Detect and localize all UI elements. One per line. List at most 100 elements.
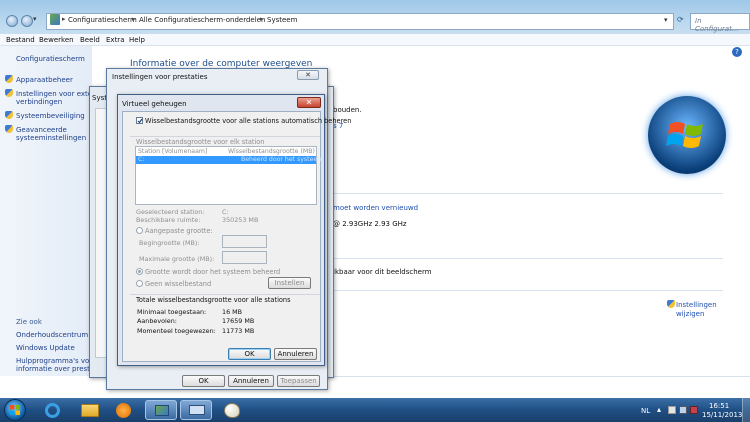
set-button[interactable]: Instellen bbox=[268, 277, 311, 289]
initial-size-input[interactable] bbox=[222, 235, 267, 248]
checkmark-icon bbox=[137, 118, 143, 124]
language-indicator[interactable]: NL bbox=[641, 407, 650, 415]
change-settings-link-line2[interactable]: wijzigen bbox=[676, 310, 704, 318]
recommended-label: Aanbevolen: bbox=[137, 317, 177, 325]
action-center-flag-icon[interactable] bbox=[668, 406, 676, 414]
taskbar-paint[interactable] bbox=[216, 400, 248, 420]
see-also-performance-tools[interactable]: Hulpprogramma's voor bbox=[16, 357, 96, 365]
taskbar-system-properties[interactable] bbox=[180, 400, 212, 420]
search-placeholder: In Configurat... bbox=[695, 17, 739, 33]
section-divider bbox=[333, 193, 723, 194]
sidebar-item-remote-settings-line2[interactable]: verbindingen bbox=[16, 98, 62, 106]
totals-group-label: Totale wisselbestandsgrootte voor alle s… bbox=[136, 296, 291, 304]
menu-help[interactable]: Help bbox=[129, 36, 145, 44]
see-also-windows-update[interactable]: Windows Update bbox=[16, 344, 75, 352]
sidebar-item-device-manager[interactable]: Apparaatbeheer bbox=[16, 76, 73, 84]
performance-ok-button[interactable]: OK bbox=[182, 375, 225, 387]
history-dropdown-icon[interactable]: ▾ bbox=[33, 15, 37, 23]
pen-touch-fragment: ikbaar voor dit beeldscherm bbox=[333, 268, 432, 276]
breadcrumb-chevron-icon: ▸ bbox=[260, 15, 264, 23]
windows-logo-icon bbox=[648, 96, 726, 174]
system-managed-radio[interactable] bbox=[136, 268, 143, 275]
windows-edition-fragment: bouden. bbox=[333, 106, 362, 114]
performance-options-title: Instellingen voor prestaties bbox=[112, 73, 208, 81]
back-button[interactable] bbox=[6, 15, 18, 27]
refresh-icon[interactable]: ⟳ bbox=[677, 15, 684, 24]
breadcrumb-chevron-icon: ▸ bbox=[62, 15, 66, 23]
menu-beeld[interactable]: Beeld bbox=[80, 36, 100, 44]
min-allowed-label: Minimaal toegestaan: bbox=[137, 308, 207, 316]
max-size-label: Maximale grootte (MB): bbox=[139, 255, 215, 263]
column-header-station[interactable]: Station [Volumenaam] bbox=[138, 148, 207, 155]
taskbar-internet-explorer[interactable] bbox=[37, 400, 69, 420]
see-also-performance-tools-line2[interactable]: informatie over prestati bbox=[16, 365, 99, 373]
help-icon[interactable]: ? bbox=[732, 47, 742, 57]
breadcrumb-chevron-icon: ▸ bbox=[132, 15, 136, 23]
sidebar-item-advanced-settings-line2[interactable]: systeeminstellingen bbox=[16, 134, 86, 142]
custom-size-radio[interactable] bbox=[136, 227, 143, 234]
see-also-action-center[interactable]: Onderhoudscentrum bbox=[16, 331, 88, 339]
selected-drive-label: Geselecteerd station: bbox=[136, 208, 205, 216]
change-settings-link[interactable]: Instellingen bbox=[676, 301, 717, 309]
auto-manage-checkbox[interactable] bbox=[136, 117, 143, 124]
internet-explorer-icon bbox=[45, 403, 60, 418]
forward-button[interactable] bbox=[21, 15, 33, 27]
search-input[interactable]: In Configurat... bbox=[690, 13, 750, 33]
breadcrumb-item[interactable]: Systeem bbox=[267, 16, 297, 24]
computer-monitor-icon bbox=[189, 405, 205, 415]
performance-apply-button[interactable]: Toepassen bbox=[277, 375, 320, 387]
uac-shield-icon bbox=[5, 89, 13, 97]
uac-shield-icon bbox=[667, 300, 675, 308]
menu-bestand[interactable]: Bestand bbox=[6, 36, 35, 44]
auto-manage-label: Wisselbestandsgrootte voor alle stations… bbox=[145, 117, 352, 125]
paint-palette-icon bbox=[224, 403, 240, 418]
free-space-value: 350253 MB bbox=[222, 216, 259, 224]
virtual-memory-close-button[interactable]: ✕ bbox=[297, 97, 321, 108]
column-header-size[interactable]: Wisselbestandsgrootte (MB) bbox=[228, 148, 315, 155]
per-drive-group-label: Wisselbestandsgrootte voor elk station bbox=[136, 138, 265, 146]
clock-time[interactable]: 16:51 bbox=[709, 402, 729, 410]
section-divider bbox=[333, 258, 723, 259]
custom-size-label: Aangepaste grootte: bbox=[145, 227, 213, 235]
processor-fragment: @ 2.93GHz 2.93 GHz bbox=[333, 220, 407, 228]
section-divider bbox=[333, 290, 723, 291]
drive-row-station: C: bbox=[138, 156, 145, 163]
control-panel-icon bbox=[155, 405, 169, 416]
control-panel-icon bbox=[50, 14, 60, 25]
taskbar-explorer[interactable] bbox=[74, 400, 106, 420]
see-also-header: Zie ook bbox=[16, 318, 42, 326]
virtual-memory-cancel-button[interactable]: Annuleren bbox=[274, 348, 317, 360]
no-pagefile-radio[interactable] bbox=[136, 280, 143, 287]
recommended-value: 17659 MB bbox=[222, 317, 255, 325]
start-button[interactable] bbox=[4, 399, 26, 421]
clock-date[interactable]: 15/11/2013 bbox=[702, 411, 742, 419]
max-size-input[interactable] bbox=[222, 251, 267, 264]
sidebar-item-system-protection[interactable]: Systeembeveiliging bbox=[16, 112, 85, 120]
network-icon[interactable] bbox=[679, 406, 687, 414]
score-refresh-link-fragment[interactable]: moet worden vernieuwd bbox=[333, 204, 418, 212]
windows-flag-icon bbox=[10, 405, 20, 415]
menu-bewerken[interactable]: Bewerken bbox=[39, 36, 74, 44]
performance-cancel-button[interactable]: Annuleren bbox=[228, 375, 274, 387]
sidebar-item-remote-settings[interactable]: Instellingen voor extern bbox=[16, 90, 99, 98]
taskbar-media-player[interactable] bbox=[108, 400, 140, 420]
initial-size-label: Begingrootte (MB): bbox=[139, 239, 200, 247]
min-allowed-value: 16 MB bbox=[222, 308, 243, 316]
breadcrumb-item[interactable]: Configuratiescherm bbox=[68, 16, 137, 24]
show-desktop-button[interactable] bbox=[742, 398, 750, 422]
currently-allocated-value: 11773 MB bbox=[222, 327, 255, 335]
menu-extra[interactable]: Extra bbox=[106, 36, 124, 44]
performance-close-icon[interactable]: ✕ bbox=[297, 70, 319, 80]
virtual-memory-ok-button[interactable]: OK bbox=[228, 348, 271, 360]
windows-flag-icon bbox=[666, 122, 703, 148]
taskbar-control-panel[interactable] bbox=[145, 400, 177, 420]
no-pagefile-label: Geen wisselbestand bbox=[145, 280, 212, 288]
address-dropdown-icon[interactable]: ▾ bbox=[664, 16, 668, 24]
group-divider bbox=[130, 136, 320, 137]
control-panel-home-link[interactable]: Configuratiescherm bbox=[16, 55, 85, 63]
breadcrumb-item[interactable]: Alle Configuratiescherm-onderdelen bbox=[139, 16, 265, 24]
currently-allocated-label: Momenteel toegewezen: bbox=[137, 327, 216, 335]
sidebar-item-advanced-settings[interactable]: Geavanceerde bbox=[16, 126, 67, 134]
volume-icon[interactable] bbox=[690, 406, 698, 414]
tray-show-hidden-icon[interactable]: ▴ bbox=[657, 405, 661, 414]
